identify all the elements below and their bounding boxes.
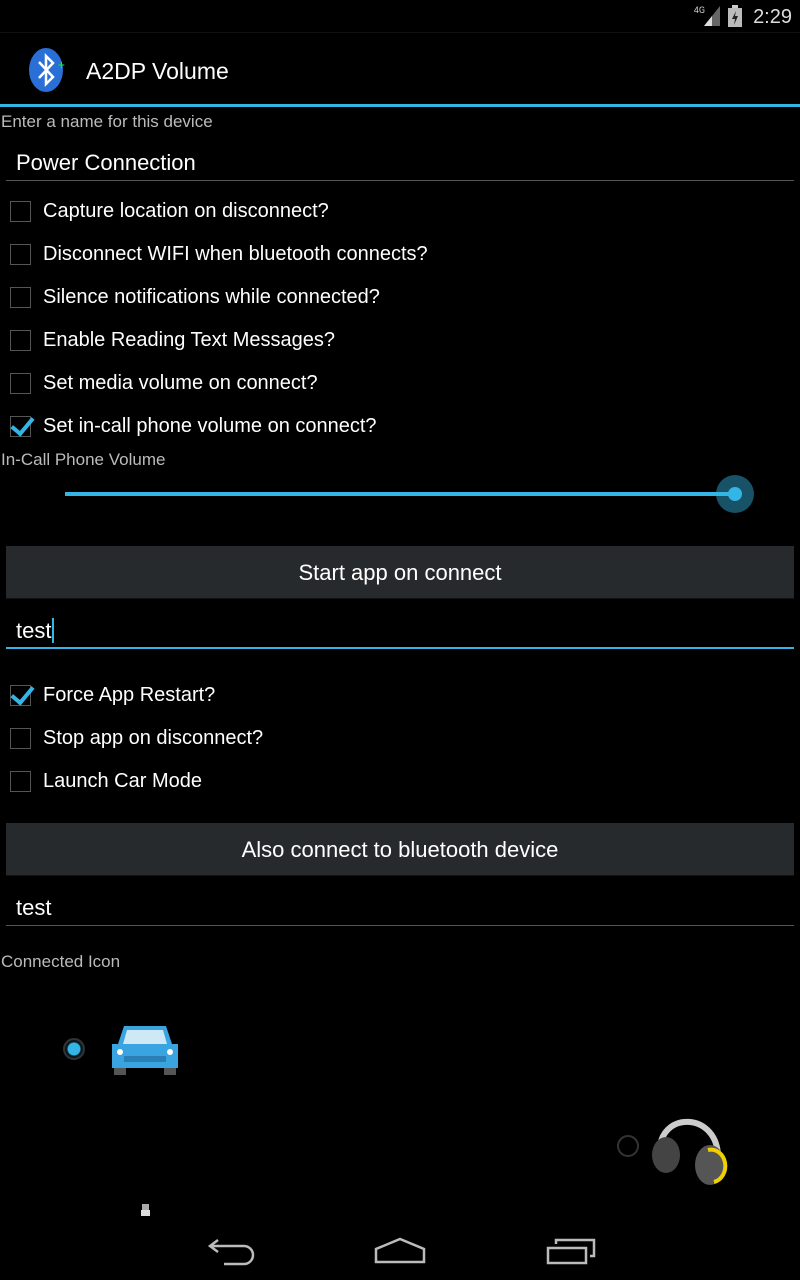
checkbox-label: Force App Restart? xyxy=(43,683,216,706)
checkbox[interactable] xyxy=(10,286,31,308)
also-connect-button[interactable]: Also connect to bluetooth device xyxy=(6,823,794,876)
checkbox-label: Stop app on disconnect? xyxy=(43,726,264,749)
checkbox-reading-text[interactable]: Enable Reading Text Messages? xyxy=(10,325,335,355)
usb-icon xyxy=(141,1204,150,1216)
checkbox-stop-app[interactable]: Stop app on disconnect? xyxy=(10,723,263,753)
checkbox[interactable] xyxy=(10,684,31,706)
checkbox-label: Set media volume on connect? xyxy=(43,371,318,394)
connected-icon-label: Connected Icon xyxy=(1,952,121,971)
start-app-input[interactable]: test xyxy=(6,613,794,649)
bluetooth-icon[interactable]: + xyxy=(28,47,68,93)
checkbox-force-restart[interactable]: Force App Restart? xyxy=(10,680,215,710)
checkbox-label: Disconnect WIFI when bluetooth connects? xyxy=(43,242,428,265)
checkbox-label: Silence notifications while connected? xyxy=(43,285,380,308)
checkbox-car-mode[interactable]: Launch Car Mode xyxy=(10,766,202,796)
device-name-input[interactable]: Power Connection xyxy=(6,145,794,181)
checkbox[interactable] xyxy=(10,770,31,792)
checkbox-disconnect-wifi[interactable]: Disconnect WIFI when bluetooth connects? xyxy=(10,239,428,269)
checkbox-media-volume[interactable]: Set media volume on connect? xyxy=(10,368,318,398)
checkbox-capture-location[interactable]: Capture location on disconnect? xyxy=(10,196,329,226)
clock: 2:29 xyxy=(753,6,792,28)
checkbox-label: Set in-call phone volume on connect? xyxy=(43,414,377,437)
home-button[interactable] xyxy=(370,1236,430,1266)
back-button[interactable] xyxy=(204,1236,264,1266)
checkbox-label: Launch Car Mode xyxy=(43,769,202,792)
signal-icon xyxy=(704,6,720,26)
checkbox[interactable] xyxy=(10,329,31,351)
headphones-icon xyxy=(652,1118,728,1185)
svg-text:+: + xyxy=(58,58,65,72)
checkbox[interactable] xyxy=(10,727,31,749)
input-value: test xyxy=(16,618,52,643)
recent-apps-button[interactable] xyxy=(542,1236,602,1266)
checkbox[interactable] xyxy=(10,415,31,437)
checkbox-silence-notifications[interactable]: Silence notifications while connected? xyxy=(10,282,380,312)
radio-headphones[interactable] xyxy=(617,1135,639,1157)
volume-label: In-Call Phone Volume xyxy=(1,450,166,469)
car-icon xyxy=(112,1026,178,1075)
text-cursor xyxy=(52,618,55,643)
slider-fill xyxy=(65,492,735,496)
radio-car[interactable] xyxy=(63,1038,85,1060)
action-bar: + A2DP Volume xyxy=(0,34,800,105)
slider-thumb[interactable] xyxy=(716,475,754,513)
battery-icon xyxy=(728,5,742,27)
checkbox-in-call-volume[interactable]: Set in-call phone volume on connect? xyxy=(10,411,377,441)
volume-slider[interactable] xyxy=(65,475,754,513)
also-connect-input[interactable]: test xyxy=(6,890,794,926)
device-name-label: Enter a name for this device xyxy=(1,112,213,131)
checkbox[interactable] xyxy=(10,243,31,265)
checkbox-label: Enable Reading Text Messages? xyxy=(43,328,336,351)
app-title: A2DP Volume xyxy=(86,58,229,84)
action-bar-divider xyxy=(0,104,800,107)
status-bar: 4G 2:29 xyxy=(0,0,800,33)
start-app-button[interactable]: Start app on connect xyxy=(6,546,794,599)
checkbox[interactable] xyxy=(10,372,31,394)
checkbox-label: Capture location on disconnect? xyxy=(43,199,329,222)
checkbox[interactable] xyxy=(10,200,31,222)
